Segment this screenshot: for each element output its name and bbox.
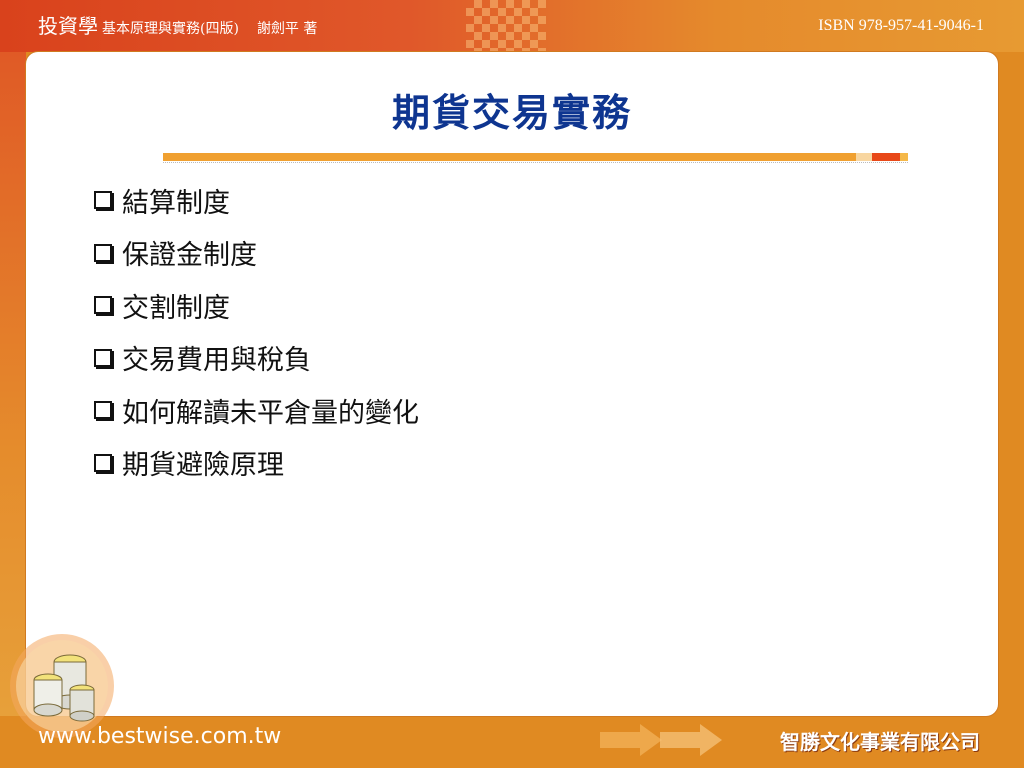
- bullet-list: 結算制度 保證金制度 交割制度 交易費用與稅負 如何解讀未平倉量的變化 期貨避險…: [94, 174, 419, 489]
- checkbox-bullet-icon: [94, 191, 112, 210]
- checkbox-bullet-icon: [94, 348, 112, 367]
- book-subtitle: 基本原理與實務(四版): [102, 21, 239, 37]
- forward-arrows-icon: [600, 724, 722, 756]
- title-dotted-rule: [163, 162, 908, 164]
- checker-pattern: [466, 0, 546, 52]
- title-underline: [163, 153, 908, 161]
- isbn-label: ISBN 978-957-41-9046-1: [818, 17, 984, 34]
- underline-segment: [900, 153, 908, 161]
- book-info: 投資學 基本原理與實務(四版) 謝劍平 著: [38, 10, 317, 39]
- slide-title: 期貨交易實務: [391, 91, 632, 135]
- list-item: 如何解讀未平倉量的變化: [94, 384, 419, 437]
- left-stripe: [0, 52, 26, 716]
- bullet-text: 保證金制度: [122, 240, 257, 272]
- slide-panel: 期貨交易實務 結算制度 保證金制度 交割制度 交易費用與稅負 如何解讀未平倉量的…: [26, 52, 998, 716]
- list-item: 交易費用與稅負: [94, 332, 419, 385]
- list-item: 保證金制度: [94, 227, 419, 280]
- checkbox-bullet-icon: [94, 453, 112, 472]
- checkbox-bullet-icon: [94, 401, 112, 420]
- bullet-text: 期貨避險原理: [122, 450, 284, 482]
- underline-segment: [856, 153, 872, 161]
- bullet-text: 結算制度: [122, 187, 230, 219]
- bullet-text: 交易費用與稅負: [122, 345, 311, 377]
- underline-segment: [872, 153, 900, 161]
- list-item: 交割制度: [94, 279, 419, 332]
- list-item: 期貨避險原理: [94, 437, 419, 490]
- bullet-text: 如何解讀未平倉量的變化: [122, 397, 419, 429]
- checkbox-bullet-icon: [94, 243, 112, 262]
- book-title: 投資學: [38, 14, 98, 38]
- list-item: 結算制度: [94, 174, 419, 227]
- checkbox-bullet-icon: [94, 296, 112, 315]
- website-link[interactable]: www.bestwise.com.tw: [38, 724, 281, 749]
- publisher-name: 智勝文化事業有限公司: [780, 730, 980, 754]
- book-author: 謝劍平 著: [256, 21, 318, 37]
- bullet-text: 交割制度: [122, 292, 230, 324]
